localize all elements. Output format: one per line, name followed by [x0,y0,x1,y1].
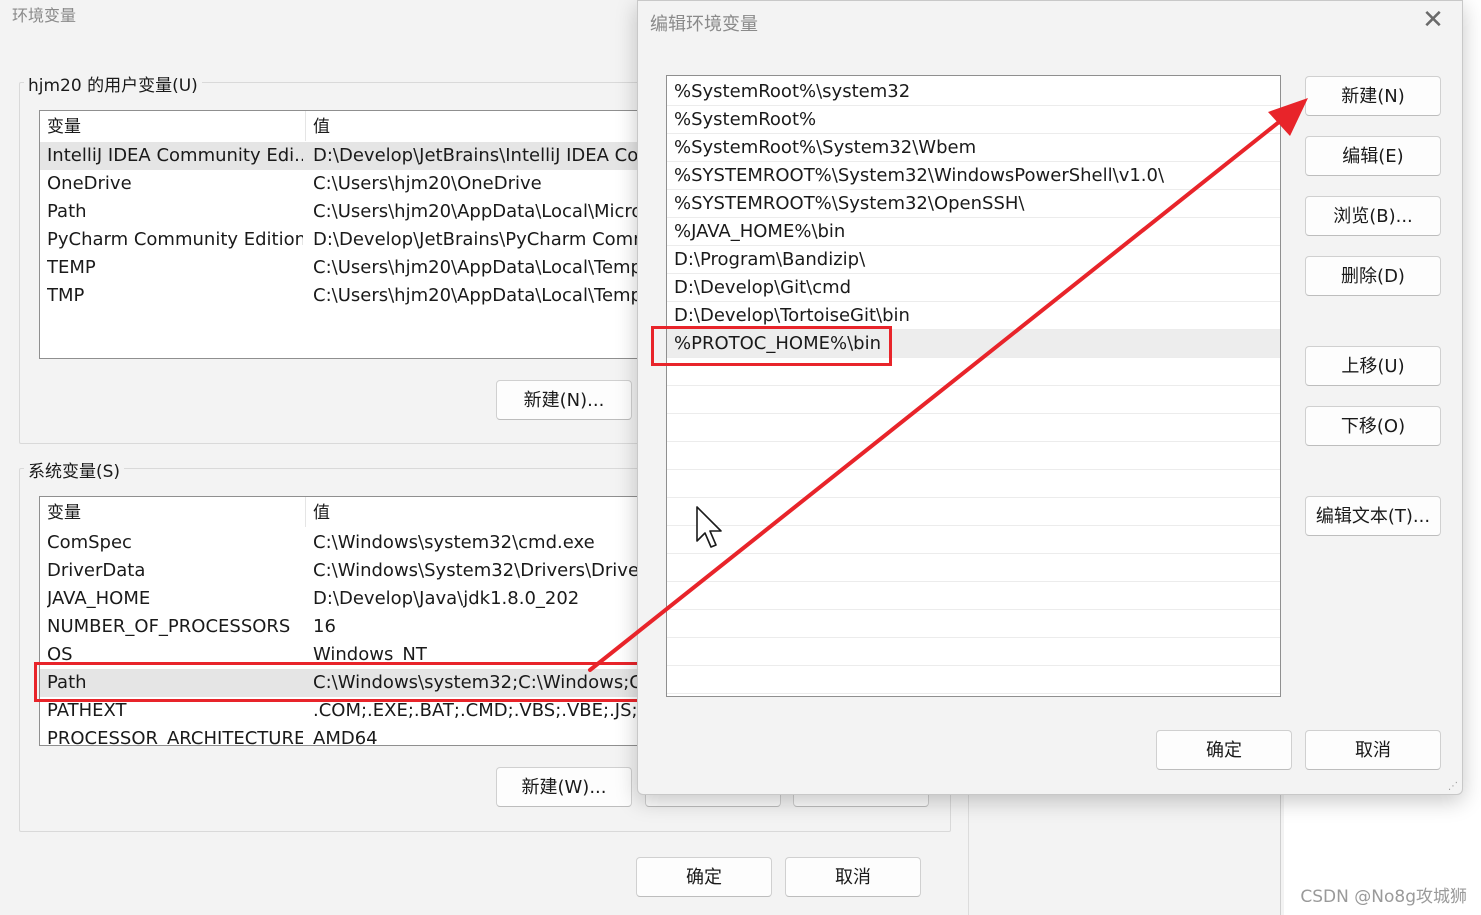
empty-list-row[interactable] [667,554,1280,582]
empty-list-row[interactable] [667,582,1280,610]
window-title: 环境变量 [12,6,77,25]
edit-environment-variable-dialog: 编辑环境变量 ✕ %SystemRoot%\system32 %SystemRo… [637,0,1463,795]
variable-name: TMP [47,285,85,306]
empty-list-row[interactable] [667,638,1280,666]
column-header-variable[interactable]: 变量 [40,111,306,141]
list-item[interactable]: D:\Program\Bandizip\ [667,246,1280,274]
empty-list-row[interactable] [667,498,1280,526]
variable-name: PyCharm Community Edition [47,229,303,250]
close-icon[interactable]: ✕ [1418,5,1448,35]
dialog-title: 编辑环境变量 [650,14,758,35]
variable-value: C:\Users\hjm20\OneDrive [313,173,542,194]
table-row[interactable]: NUMBER_OF_PROCESSORS 16 [40,613,660,641]
empty-list-row[interactable] [667,610,1280,638]
list-item[interactable]: %SystemRoot%\system32 [667,78,1280,106]
browse-button[interactable]: 浏览(B)... [1305,196,1441,236]
variable-value: D:\Develop\JetBrains\PyCharm Comm [313,229,651,250]
variable-value: C:\Users\hjm20\AppData\Local\Micro [313,201,643,222]
new-button[interactable]: 新建(N) [1305,76,1441,116]
table-row[interactable]: ComSpec C:\Windows\system32\cmd.exe [40,529,660,557]
edit-text-button[interactable]: 编辑文本(T)... [1305,496,1441,536]
table-row[interactable]: DriverData C:\Windows\System32\Drivers\D… [40,557,660,585]
variable-value: D:\Develop\Java\jdk1.8.0_202 [313,588,580,609]
table-row[interactable]: PROCESSOR_ARCHITECTURE AMD64 [40,725,660,746]
dialog-ok-button[interactable]: 确定 [1156,730,1292,770]
cancel-button[interactable]: 取消 [785,857,921,897]
watermark: CSDN @No8g攻城狮 [1300,887,1467,907]
dialog-cancel-button[interactable]: 取消 [1305,730,1441,770]
variable-value: C:\Windows\System32\Drivers\DriverD [313,560,661,581]
system-variables-group-title: 系统变量(S) [24,457,125,482]
list-item[interactable]: D:\Develop\Git\cmd [667,274,1280,302]
highlight-path-row [34,662,640,702]
ok-button[interactable]: 确定 [636,857,772,897]
empty-list-row[interactable] [667,666,1280,694]
table-row[interactable]: IntelliJ IDEA Community Edi... D:\Develo… [40,142,660,170]
variable-value: AMD64 [313,728,378,746]
resize-grip-icon[interactable]: ⋰ [1448,781,1458,792]
variable-value: 16 [313,616,336,637]
move-down-button[interactable]: 下移(O) [1305,406,1441,446]
table-row[interactable]: JAVA_HOME D:\Develop\Java\jdk1.8.0_202 [40,585,660,613]
user-variables-list[interactable]: 变量 值 IntelliJ IDEA Community Edi... D:\D… [39,110,661,359]
system-variables-list-header: 变量 值 [40,497,660,527]
variable-name: TEMP [47,257,96,278]
user-new-button[interactable]: 新建(N)... [496,380,632,420]
empty-list-row[interactable] [667,414,1280,442]
mouse-cursor-icon [696,506,722,548]
highlight-new-path-entry [651,326,892,366]
list-item[interactable]: %SystemRoot%\System32\Wbem [667,134,1280,162]
variable-name: JAVA_HOME [47,588,151,609]
variable-name: IntelliJ IDEA Community Edi... [47,145,303,166]
user-variables-group-title: hjm20 的用户变量(U) [24,71,202,96]
list-item[interactable]: %JAVA_HOME%\bin [667,218,1280,246]
column-header-value[interactable]: 值 [306,497,660,527]
empty-list-row[interactable] [667,470,1280,498]
table-row[interactable]: Path C:\Users\hjm20\AppData\Local\Micro [40,198,660,226]
table-row[interactable]: OneDrive C:\Users\hjm20\OneDrive [40,170,660,198]
move-up-button[interactable]: 上移(U) [1305,346,1441,386]
variable-name: DriverData [47,560,146,581]
system-variables-list[interactable]: 变量 值 ComSpec C:\Windows\system32\cmd.exe… [39,496,661,746]
variable-value: C:\Windows\system32\cmd.exe [313,532,595,553]
path-entries-list[interactable]: %SystemRoot%\system32 %SystemRoot% %Syst… [666,75,1281,697]
list-item[interactable]: %SystemRoot% [667,106,1280,134]
system-new-button[interactable]: 新建(W)... [496,767,632,807]
variable-name: PROCESSOR_ARCHITECTURE [47,728,303,746]
variable-value: C:\Users\hjm20\AppData\Local\Temp [313,285,642,306]
list-item[interactable]: %SYSTEMROOT%\System32\OpenSSH\ [667,190,1280,218]
list-item[interactable]: %SYSTEMROOT%\System32\WindowsPowerShell\… [667,162,1280,190]
delete-button[interactable]: 删除(D) [1305,256,1441,296]
column-header-value[interactable]: 值 [306,111,660,141]
table-row[interactable]: PyCharm Community Edition D:\Develop\Jet… [40,226,660,254]
empty-list-row[interactable] [667,442,1280,470]
variable-name: NUMBER_OF_PROCESSORS [47,616,291,637]
background-window-edge [968,790,1284,915]
variable-value: D:\Develop\JetBrains\IntelliJ IDEA Cor [313,145,646,166]
variable-name: Path [47,201,87,222]
edit-button[interactable]: 编辑(E) [1305,136,1441,176]
variable-name: ComSpec [47,532,132,553]
variable-value: C:\Users\hjm20\AppData\Local\Temp [313,257,642,278]
table-row[interactable]: TEMP C:\Users\hjm20\AppData\Local\Temp [40,254,660,282]
background-window-edge-list [1280,790,1281,915]
user-variables-list-header: 变量 值 [40,111,660,141]
table-row[interactable]: TMP C:\Users\hjm20\AppData\Local\Temp [40,282,660,310]
column-header-variable[interactable]: 变量 [40,497,306,527]
variable-name: OneDrive [47,173,132,194]
empty-list-row[interactable] [667,526,1280,554]
empty-list-row[interactable] [667,386,1280,414]
